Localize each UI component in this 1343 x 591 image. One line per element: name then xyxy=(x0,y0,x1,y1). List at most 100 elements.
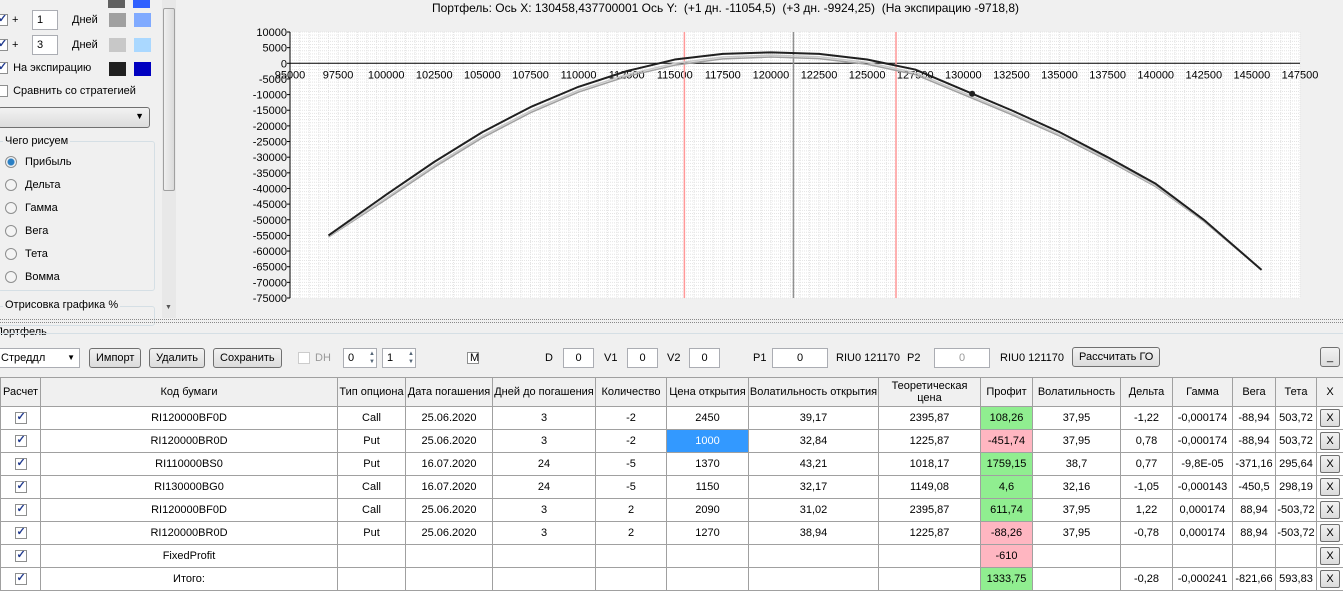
table-cell[interactable] xyxy=(406,545,493,568)
table-cell[interactable]: 32,16 xyxy=(1033,476,1121,499)
table-cell[interactable]: 88,94 xyxy=(1233,522,1276,545)
table-cell[interactable] xyxy=(338,568,406,591)
table-cell[interactable]: 25.06.2020 xyxy=(406,430,493,453)
table-cell[interactable]: 0,000174 xyxy=(1173,499,1233,522)
delete-button[interactable]: Удалить xyxy=(149,348,205,368)
table-cell[interactable]: RI120000BF0D xyxy=(41,499,338,522)
table-cell[interactable]: 1000 xyxy=(667,430,749,453)
table-cell[interactable]: 16.07.2020 xyxy=(406,453,493,476)
table-cell[interactable]: -0,000174 xyxy=(1173,430,1233,453)
days-checkbox[interactable] xyxy=(0,39,8,51)
table-cell[interactable]: -2 xyxy=(596,407,667,430)
radio-icon[interactable] xyxy=(5,248,17,260)
column-header[interactable]: Дата погашения xyxy=(406,378,493,407)
expiration-color-1[interactable] xyxy=(109,62,126,76)
table-cell[interactable]: 0,77 xyxy=(1121,453,1173,476)
table-cell[interactable]: 4,6 xyxy=(981,476,1033,499)
table-cell[interactable]: 108,26 xyxy=(981,407,1033,430)
table-row[interactable]: RI130000BG0Call16.07.202024-5115032,1711… xyxy=(1,476,1343,499)
expiration-color-2[interactable] xyxy=(134,62,151,76)
table-cell[interactable]: -5 xyxy=(596,453,667,476)
table-cell[interactable]: 37,95 xyxy=(1033,499,1121,522)
table-cell[interactable]: -0,78 xyxy=(1121,522,1173,545)
calc-checkbox[interactable] xyxy=(15,481,27,493)
delete-row-button[interactable]: X xyxy=(1320,455,1340,473)
table-row[interactable]: RI120000BF0DCall25.06.202032209031,02239… xyxy=(1,499,1343,522)
table-cell[interactable]: -5 xyxy=(596,476,667,499)
p1-input[interactable]: 0 xyxy=(772,348,828,368)
radio-icon[interactable] xyxy=(5,271,17,283)
delete-row-cell[interactable]: X xyxy=(1317,545,1343,568)
table-cell[interactable]: RI110000BS0 xyxy=(41,453,338,476)
column-header[interactable]: Количество xyxy=(596,378,667,407)
table-cell[interactable]: 3 xyxy=(493,430,596,453)
delete-row-cell[interactable]: X xyxy=(1317,453,1343,476)
table-cell[interactable]: 32,84 xyxy=(749,430,879,453)
compare-checkbox[interactable] xyxy=(0,85,8,97)
calc-checkbox-cell[interactable] xyxy=(1,476,41,499)
table-cell[interactable]: 1270 xyxy=(667,522,749,545)
calc-checkbox-cell[interactable] xyxy=(1,568,41,591)
column-header[interactable]: Расчет xyxy=(1,378,41,407)
table-cell[interactable]: 2090 xyxy=(667,499,749,522)
table-cell[interactable]: -0,000143 xyxy=(1173,476,1233,499)
table-cell[interactable]: 25.06.2020 xyxy=(406,499,493,522)
days-color-1[interactable] xyxy=(109,38,126,52)
table-cell[interactable] xyxy=(1233,545,1276,568)
days-input[interactable]: 3 xyxy=(32,35,58,55)
table-cell[interactable]: Call xyxy=(338,499,406,522)
calc-checkbox[interactable] xyxy=(15,504,27,516)
table-row[interactable]: RI120000BF0DCall25.06.20203-2245039,1723… xyxy=(1,407,1343,430)
d-input[interactable]: 0 xyxy=(563,348,594,368)
table-cell[interactable]: -821,66 xyxy=(1233,568,1276,591)
radio-icon[interactable] xyxy=(5,225,17,237)
table-cell[interactable]: -0,000241 xyxy=(1173,568,1233,591)
column-header[interactable]: Код бумаги xyxy=(41,378,338,407)
table-cell[interactable]: 25.06.2020 xyxy=(406,407,493,430)
table-cell[interactable]: 503,72 xyxy=(1276,430,1317,453)
calc-checkbox-cell[interactable] xyxy=(1,453,41,476)
p2-input[interactable]: 0 xyxy=(934,348,990,368)
left-scrollbar[interactable]: ▼ xyxy=(162,0,176,318)
table-cell[interactable]: 39,17 xyxy=(749,407,879,430)
table-cell[interactable] xyxy=(1033,545,1121,568)
table-cell[interactable]: -503,72 xyxy=(1276,522,1317,545)
table-cell[interactable]: -2 xyxy=(596,430,667,453)
days-color-1[interactable] xyxy=(109,13,126,27)
table-cell[interactable] xyxy=(1173,545,1233,568)
table-cell[interactable]: 1759,15 xyxy=(981,453,1033,476)
table-cell[interactable]: 3 xyxy=(493,407,596,430)
table-cell[interactable]: -9,8E-05 xyxy=(1173,453,1233,476)
table-cell[interactable]: -371,16 xyxy=(1233,453,1276,476)
column-header[interactable]: Цена открытия xyxy=(667,378,749,407)
table-cell[interactable]: -0,28 xyxy=(1121,568,1173,591)
table-cell[interactable]: 0,78 xyxy=(1121,430,1173,453)
table-cell[interactable]: Call xyxy=(338,407,406,430)
import-button[interactable]: Импорт xyxy=(89,348,141,368)
table-cell[interactable]: 1225,87 xyxy=(879,522,981,545)
table-cell[interactable]: 2 xyxy=(596,499,667,522)
table-cell[interactable]: 611,74 xyxy=(981,499,1033,522)
spin-arrows-icon[interactable]: ▲▼ xyxy=(369,350,375,366)
table-cell[interactable]: 24 xyxy=(493,453,596,476)
column-header[interactable]: X xyxy=(1317,378,1343,407)
table-cell[interactable]: Put xyxy=(338,522,406,545)
v1-input[interactable]: 0 xyxy=(627,348,658,368)
v2-input[interactable]: 0 xyxy=(689,348,720,368)
profit-chart[interactable]: 1000050000-5000-10000-15000-20000-25000-… xyxy=(176,0,1343,318)
delete-row-button[interactable]: X xyxy=(1320,409,1340,427)
table-cell[interactable]: Итого: xyxy=(41,568,338,591)
column-header[interactable]: Профит xyxy=(981,378,1033,407)
table-cell[interactable]: -88,94 xyxy=(1233,407,1276,430)
table-cell[interactable]: RI130000BG0 xyxy=(41,476,338,499)
table-row[interactable]: RI110000BS0Put16.07.202024-5137043,21101… xyxy=(1,453,1343,476)
column-header[interactable]: Волатильность открытия xyxy=(749,378,879,407)
table-cell[interactable]: 298,19 xyxy=(1276,476,1317,499)
table-cell[interactable]: 2395,87 xyxy=(879,407,981,430)
table-cell[interactable]: 88,94 xyxy=(1233,499,1276,522)
table-cell[interactable]: 0,000174 xyxy=(1173,522,1233,545)
table-cell[interactable] xyxy=(667,568,749,591)
table-cell[interactable]: RI120000BR0D xyxy=(41,522,338,545)
save-button[interactable]: Сохранить xyxy=(213,348,282,368)
table-cell[interactable]: 24 xyxy=(493,476,596,499)
